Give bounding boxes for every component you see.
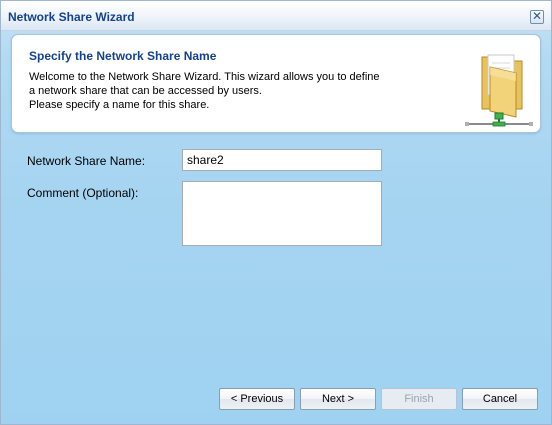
header-panel: Specify the Network Share Name Welcome t…	[11, 34, 541, 133]
network-folder-icon	[465, 54, 533, 127]
cancel-button[interactable]: Cancel	[462, 388, 538, 410]
wizard-window: Network Share Wizard ✕ Specify the Netwo…	[0, 0, 552, 425]
window-title: Network Share Wizard	[8, 10, 135, 24]
description-line-2: a network share that can be accessed by …	[29, 85, 262, 97]
description-line-3: Please specify a name for this share.	[29, 99, 210, 111]
step-title: Specify the Network Share Name	[29, 49, 217, 63]
comment-label: Comment (Optional):	[27, 186, 139, 200]
close-icon: ✕	[531, 9, 543, 23]
description-line-1: Welcome to the Network Share Wizard. Thi…	[29, 71, 380, 83]
close-button[interactable]: ✕	[530, 10, 544, 24]
finish-button[interactable]: Finish	[381, 388, 457, 410]
title-bar: Network Share Wizard ✕	[1, 1, 551, 31]
share-name-label: Network Share Name:	[27, 154, 146, 168]
next-button[interactable]: Next >	[300, 388, 376, 410]
previous-button[interactable]: < Previous	[219, 388, 295, 410]
share-name-input[interactable]	[182, 149, 382, 171]
comment-textarea[interactable]	[182, 181, 382, 246]
